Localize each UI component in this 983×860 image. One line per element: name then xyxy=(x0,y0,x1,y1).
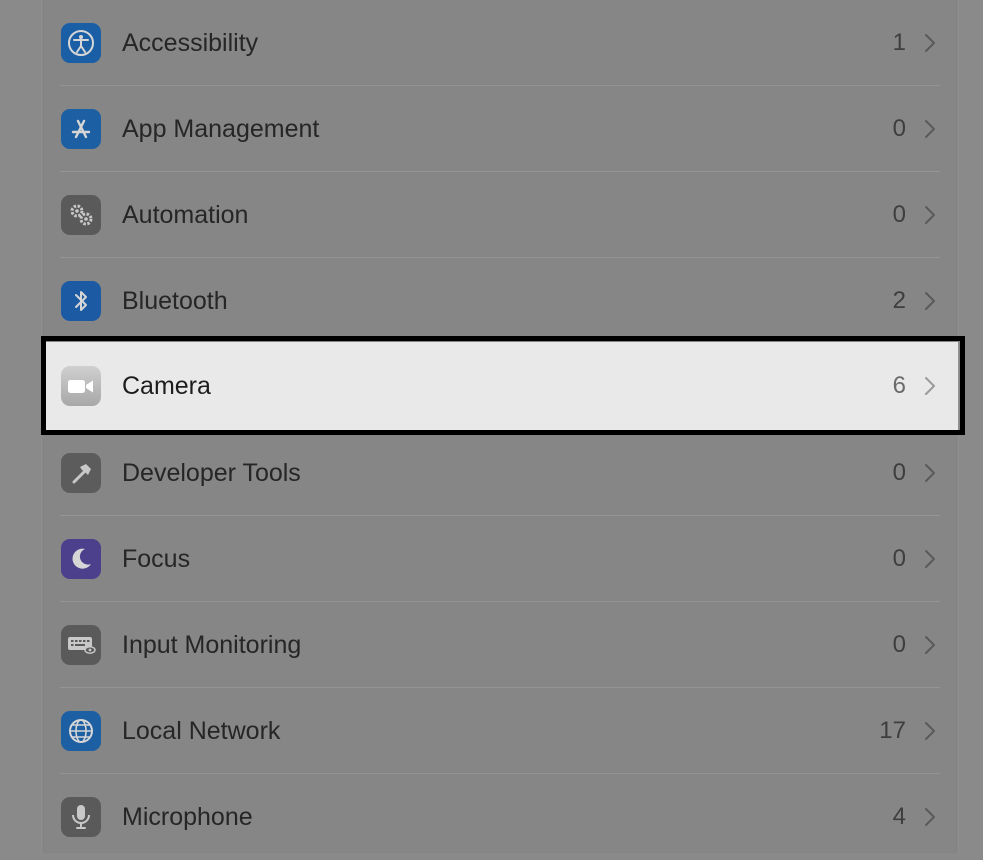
chevron-right-icon xyxy=(925,722,935,740)
accessibility-icon xyxy=(61,23,101,63)
list-item-label: Developer Tools xyxy=(122,459,301,487)
list-item-developer-tools[interactable]: Developer Tools 0 xyxy=(42,430,958,516)
chevron-right-icon xyxy=(925,206,935,224)
hammer-icon xyxy=(61,453,101,493)
list-item-camera[interactable]: Camera 6 xyxy=(42,342,958,430)
list-item-count: 1 xyxy=(892,29,906,56)
chevron-right-icon xyxy=(925,808,935,826)
list-item-count: 0 xyxy=(892,115,906,142)
list-item-count: 0 xyxy=(892,201,906,228)
chevron-right-icon xyxy=(925,464,935,482)
chevron-right-icon xyxy=(925,292,935,310)
moon-icon xyxy=(61,539,101,579)
list-item-microphone[interactable]: Microphone 4 xyxy=(42,774,958,860)
list-item-focus[interactable]: Focus 0 xyxy=(42,516,958,602)
chevron-right-icon xyxy=(925,550,935,568)
chevron-right-icon xyxy=(925,34,935,52)
keyboard-icon xyxy=(61,625,101,665)
list-item-count: 0 xyxy=(892,545,906,572)
list-item-bluetooth[interactable]: Bluetooth 2 xyxy=(42,258,958,344)
bluetooth-icon xyxy=(61,281,101,321)
app-store-icon xyxy=(61,109,101,149)
camera-icon xyxy=(61,366,101,406)
microphone-icon xyxy=(61,797,101,837)
globe-icon xyxy=(61,711,101,751)
list-item-input-monitoring[interactable]: Input Monitoring 0 xyxy=(42,602,958,688)
list-item-count: 17 xyxy=(879,717,906,744)
privacy-list: Accessibility 1 App Management 0 Automat… xyxy=(41,0,959,853)
list-item-automation[interactable]: Automation 0 xyxy=(42,172,958,258)
list-item-label: Input Monitoring xyxy=(122,631,302,659)
list-item-count: 0 xyxy=(892,459,906,486)
list-item-count: 6 xyxy=(892,372,906,399)
list-item-label: App Management xyxy=(122,115,320,143)
chevron-right-icon xyxy=(925,377,935,395)
list-item-count: 4 xyxy=(892,803,906,830)
list-item-label: Microphone xyxy=(122,803,253,831)
list-item-label: Camera xyxy=(122,372,211,400)
list-item-label: Automation xyxy=(122,201,249,229)
list-item-label: Accessibility xyxy=(122,29,259,57)
chevron-right-icon xyxy=(925,636,935,654)
list-item-label: Local Network xyxy=(122,717,281,745)
list-item-label: Focus xyxy=(122,545,191,573)
list-item-count: 0 xyxy=(892,631,906,658)
chevron-right-icon xyxy=(925,120,935,138)
list-item-accessibility[interactable]: Accessibility 1 xyxy=(42,0,958,86)
gears-icon xyxy=(61,195,101,235)
list-item-count: 2 xyxy=(892,287,906,314)
list-item-label: Bluetooth xyxy=(122,287,228,315)
list-item-app-management[interactable]: App Management 0 xyxy=(42,86,958,172)
list-item-local-network[interactable]: Local Network 17 xyxy=(42,688,958,774)
